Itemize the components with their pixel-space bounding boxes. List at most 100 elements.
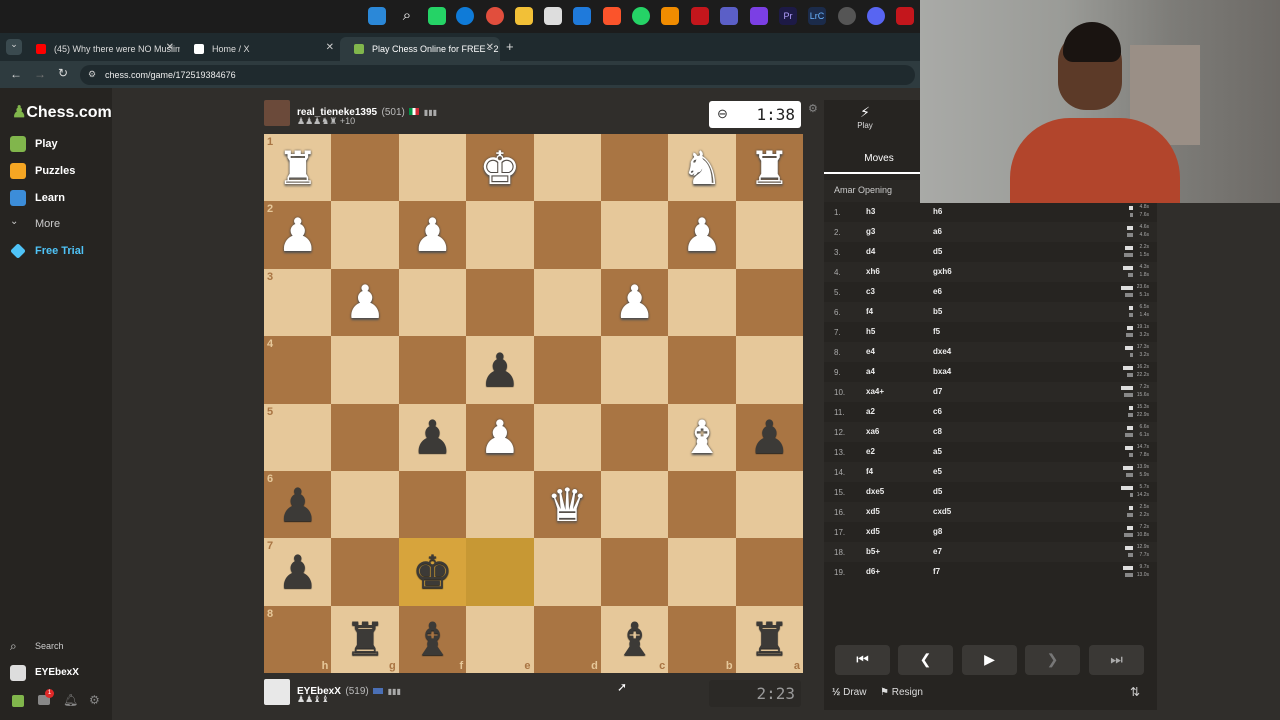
premiere-icon[interactable]: Pr xyxy=(779,7,797,25)
site-info-icon[interactable]: ⚙ xyxy=(88,69,96,80)
board-square[interactable] xyxy=(466,201,534,269)
board-square[interactable] xyxy=(398,336,467,404)
black-rook-icon[interactable]: ♜ xyxy=(749,616,790,662)
white-pawn-icon[interactable]: ♟ xyxy=(277,212,318,258)
board-square[interactable] xyxy=(466,268,534,337)
sidebar-item-puzzles[interactable]: Puzzles xyxy=(10,163,75,179)
white-move[interactable]: h5 xyxy=(866,327,875,336)
white-move[interactable]: d4 xyxy=(866,247,875,256)
white-move[interactable]: f4 xyxy=(866,307,873,316)
board-square[interactable] xyxy=(735,336,803,404)
black-move[interactable]: c6 xyxy=(933,407,942,416)
avatar[interactable] xyxy=(264,679,290,705)
discord-icon[interactable] xyxy=(867,7,885,25)
avatar[interactable] xyxy=(264,100,290,126)
tab-x[interactable]: Home / X ✕ xyxy=(180,37,340,61)
white-move[interactable]: c3 xyxy=(866,287,875,296)
black-move[interactable]: h6 xyxy=(933,207,942,216)
chrome-icon[interactable] xyxy=(486,7,504,25)
sidebar-item-play[interactable]: Play xyxy=(10,136,58,152)
black-move[interactable]: a6 xyxy=(933,227,942,236)
board-square[interactable] xyxy=(533,134,601,202)
folder-icon[interactable] xyxy=(515,7,533,25)
board-square[interactable] xyxy=(533,403,601,471)
app-red-icon[interactable] xyxy=(691,7,709,25)
board-square[interactable]: 8h xyxy=(264,605,332,673)
board-square[interactable]: ♟ xyxy=(331,268,399,337)
white-pawn-icon[interactable]: ♟ xyxy=(614,279,655,325)
white-move[interactable]: a4 xyxy=(866,367,875,376)
resign-button[interactable]: ⚑ Resign xyxy=(880,687,923,698)
lrc-icon[interactable]: LrC xyxy=(808,7,826,25)
board-square[interactable] xyxy=(466,470,534,539)
sidebar-item-free-trial[interactable]: Free Trial xyxy=(10,243,84,259)
white-rook-icon[interactable]: ♜ xyxy=(277,145,318,191)
new-tab-plus-icon[interactable]: + xyxy=(506,39,514,54)
outlook-icon[interactable] xyxy=(573,7,591,25)
board-square[interactable]: ♜ xyxy=(735,134,803,202)
white-move[interactable]: b5+ xyxy=(866,547,880,556)
black-move[interactable]: bxa4 xyxy=(933,367,951,376)
board-square[interactable] xyxy=(600,470,669,539)
white-bishop-icon[interactable]: ♝ xyxy=(681,414,722,460)
black-move[interactable]: c8 xyxy=(933,427,942,436)
board-square[interactable] xyxy=(600,201,669,269)
board-square[interactable] xyxy=(331,470,399,539)
board-square[interactable] xyxy=(668,538,736,606)
tab-list-chevron-icon[interactable]: ⌄ xyxy=(6,39,22,55)
white-pawn-icon[interactable]: ♟ xyxy=(681,212,722,258)
next-move-button[interactable]: ❯ xyxy=(1025,645,1080,675)
board-square[interactable] xyxy=(331,336,399,404)
white-move[interactable]: g3 xyxy=(866,227,875,236)
app-red2-icon[interactable] xyxy=(896,7,914,25)
board-square[interactable] xyxy=(331,201,399,269)
board-square[interactable] xyxy=(533,268,601,337)
sidebar-search[interactable]: ⌕ Search xyxy=(10,639,64,653)
white-rook-icon[interactable]: ♜ xyxy=(749,145,790,191)
black-move[interactable]: e7 xyxy=(933,547,942,556)
black-move[interactable]: e6 xyxy=(933,287,942,296)
black-move[interactable]: dxe4 xyxy=(933,347,951,356)
flip-board-icon[interactable]: ⇅ xyxy=(1130,685,1140,699)
board-square[interactable]: 1 ♜ xyxy=(264,134,332,202)
board-square[interactable] xyxy=(331,134,399,202)
black-rook-icon[interactable]: ♜ xyxy=(344,616,385,662)
board-square[interactable]: c ♝ xyxy=(600,605,669,673)
board-square[interactable]: 4 xyxy=(264,336,332,404)
board-square[interactable] xyxy=(735,201,803,269)
board-square[interactable]: ♟ xyxy=(398,403,467,471)
board-square[interactable] xyxy=(668,470,736,539)
white-move[interactable]: d6+ xyxy=(866,567,880,576)
white-move[interactable]: xd5 xyxy=(866,527,880,536)
prev-move-button[interactable]: ❮ xyxy=(898,645,953,675)
white-move[interactable]: xa4+ xyxy=(866,387,884,396)
board-square[interactable]: ♟ xyxy=(735,403,803,471)
black-move[interactable]: d7 xyxy=(933,387,942,396)
board-square[interactable] xyxy=(735,538,803,606)
black-pawn-icon[interactable]: ♟ xyxy=(479,347,520,393)
black-bishop-icon[interactable]: ♝ xyxy=(614,616,655,662)
black-move[interactable]: b5 xyxy=(933,307,942,316)
store-icon[interactable] xyxy=(544,7,562,25)
board-square[interactable]: ♟ xyxy=(466,336,534,404)
black-move[interactable]: a5 xyxy=(933,447,942,456)
board-square[interactable]: ♚ xyxy=(398,538,467,606)
board-square[interactable]: ♟ xyxy=(466,403,534,471)
white-pawn-icon[interactable]: ♟ xyxy=(344,279,385,325)
black-move[interactable]: cxd5 xyxy=(933,507,951,516)
whatsapp-icon[interactable] xyxy=(428,7,446,25)
first-move-button[interactable]: ⏮ xyxy=(835,645,890,675)
board-square[interactable] xyxy=(398,134,467,202)
white-move[interactable]: xa6 xyxy=(866,427,879,436)
tab-moves[interactable]: Moves xyxy=(824,144,934,174)
board-square[interactable]: a ♜ xyxy=(735,605,803,673)
board-square[interactable] xyxy=(398,470,467,539)
board-square[interactable] xyxy=(533,336,601,404)
sidebar-profile[interactable]: EYEbexX xyxy=(10,665,79,681)
board-square[interactable]: 7 ♟ xyxy=(264,538,332,606)
board-square[interactable]: g ♜ xyxy=(331,605,399,673)
board-square[interactable]: 3 xyxy=(264,268,332,337)
reload-icon[interactable]: ↻ xyxy=(58,66,68,80)
settings-icon[interactable] xyxy=(838,7,856,25)
edge-icon[interactable] xyxy=(456,7,474,25)
